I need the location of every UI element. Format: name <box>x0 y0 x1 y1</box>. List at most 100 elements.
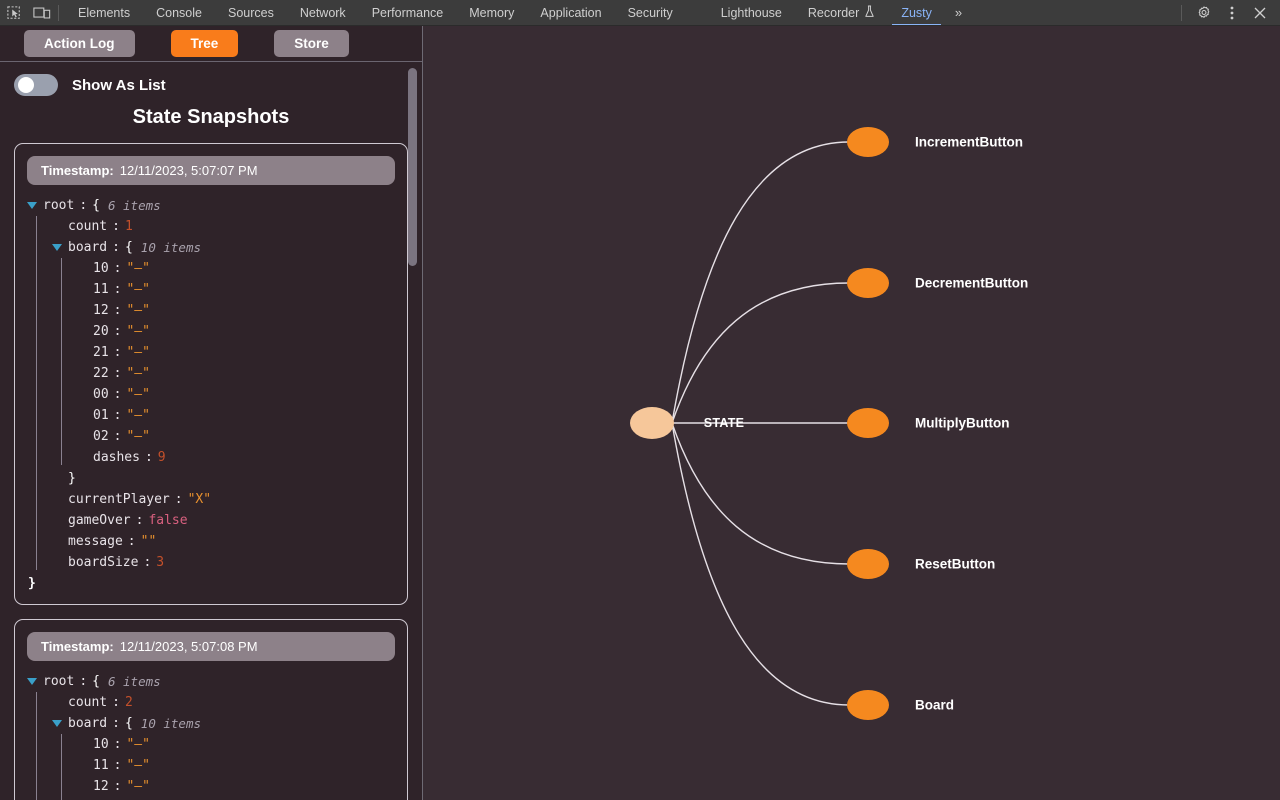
timestamp-label: Timestamp: <box>41 163 114 178</box>
show-as-list-toggle[interactable] <box>14 74 58 96</box>
tree-leaf-row[interactable]: 00: "—" <box>77 384 395 405</box>
tab-label: Sources <box>227 5 274 20</box>
graph-node[interactable] <box>847 549 889 579</box>
inspect-element-icon[interactable] <box>0 1 28 25</box>
tree-leaf-row[interactable]: 02: "—" <box>77 426 395 447</box>
tree-expander-row[interactable]: board: {10 items <box>52 713 395 734</box>
tree-leaf-row[interactable]: 10: "—" <box>77 734 395 755</box>
tree-key: 20 <box>93 324 109 339</box>
tree-key: 12 <box>93 303 109 318</box>
tree-root-row[interactable]: root: {6 items <box>27 671 395 692</box>
panel-tab-label: Action Log <box>44 36 115 51</box>
tree-root-row[interactable]: root: {6 items <box>27 195 395 216</box>
tree-leaf-row[interactable]: count:1 <box>52 216 395 237</box>
tree-leaf-row[interactable]: 22: "—" <box>77 363 395 384</box>
tab-label: Zusty <box>901 5 932 20</box>
chevron-down-icon[interactable] <box>52 244 62 251</box>
tree-colon: : <box>113 303 122 318</box>
tree-value: false <box>148 513 188 528</box>
tree-value: "—" <box>126 324 150 339</box>
scrollbar-thumb[interactable] <box>408 68 417 266</box>
tree-leaf-row[interactable]: 11: "—" <box>77 755 395 776</box>
graph-center-node[interactable] <box>630 407 674 439</box>
chevron-down-icon[interactable] <box>27 202 37 209</box>
device-toolbar-icon[interactable] <box>28 1 56 25</box>
tree-leaf-row[interactable]: 10: "—" <box>77 258 395 279</box>
tree-close-brace-row: } <box>52 468 395 489</box>
devtools-tab-sources[interactable]: Sources <box>215 0 287 25</box>
devtools-tab-recorder[interactable]: Recorder <box>795 0 888 25</box>
timestamp-value: 12/11/2023, 5:07:08 PM <box>119 639 258 654</box>
tree-leaf-row[interactable]: 01: "—" <box>77 405 395 426</box>
tab-label: Application <box>540 5 602 20</box>
tree-open-brace: { <box>124 240 133 255</box>
tree-value: 1 <box>124 219 133 234</box>
panel-tab-action-log[interactable]: Action Log <box>24 30 135 57</box>
tree-leaf-row[interactable]: 11: "—" <box>77 279 395 300</box>
graph-node[interactable] <box>847 690 889 720</box>
more-tabs-icon[interactable]: » <box>945 5 970 20</box>
snapshot-card[interactable]: Timestamp: 12/11/2023, 5:07:07 PM root:{6 … <box>14 143 408 605</box>
panel-tab-tree[interactable]: Tree <box>170 30 239 57</box>
more-options-icon[interactable] <box>1218 1 1246 25</box>
graph-node[interactable] <box>847 408 889 438</box>
tree-leaf-row[interactable]: currentPlayer: "X" <box>52 489 395 510</box>
tree-key: 11 <box>93 758 109 773</box>
tree-colon: : <box>113 779 122 794</box>
tree-value: 2 <box>124 695 133 710</box>
tab-label: Console <box>156 5 202 20</box>
chevron-down-icon[interactable] <box>52 720 62 727</box>
tree-leaf-row[interactable]: 12: "—" <box>77 776 395 797</box>
devtools-tab-application[interactable]: Application <box>527 0 614 25</box>
devtools-tab-lighthouse[interactable]: Lighthouse <box>708 0 795 25</box>
state-graph-panel[interactable]: IncrementButton DecrementButton MultiplyBu… <box>423 26 1280 800</box>
devtools-tab-elements[interactable]: Elements <box>65 0 143 25</box>
snapshots-scroll-area[interactable]: Show As List State Snapshots Timestamp: 1… <box>0 62 422 800</box>
tree-leaf-row[interactable]: 20: "—" <box>77 321 395 342</box>
tree-key: 10 <box>93 737 109 752</box>
tree-item-count: 10 items <box>140 240 202 255</box>
tree-item-count: 6 items <box>107 198 161 213</box>
tab-label: Security <box>627 5 673 20</box>
tab-label: Memory <box>469 5 515 20</box>
tree-leaf-row[interactable]: count:2 <box>52 692 395 713</box>
timestamp-value: 12/11/2023, 5:07:07 PM <box>119 163 258 178</box>
devtools-toolbar-right <box>1173 1 1280 25</box>
snapshot-card[interactable]: Timestamp: 12/11/2023, 5:07:08 PM root:{6 … <box>14 619 408 800</box>
experiment-flask-icon <box>864 4 875 21</box>
chevron-down-icon[interactable] <box>27 678 37 685</box>
devtools-tab-performance[interactable]: Performance <box>359 0 457 25</box>
tree-key: message <box>68 534 123 549</box>
tree-key: 22 <box>93 366 109 381</box>
tree-colon: : <box>112 240 120 255</box>
tab-label: Performance <box>371 5 444 20</box>
tab-label: Network <box>299 5 346 20</box>
tree-expander-row[interactable]: board: {10 items <box>52 237 395 258</box>
tree-leaf-row[interactable]: dashes:9 <box>77 447 395 468</box>
graph-node[interactable] <box>847 268 889 298</box>
tree-leaf-row[interactable]: message: "" <box>52 531 395 552</box>
graph-node[interactable] <box>847 127 889 157</box>
devtools-tab-memory[interactable]: Memory <box>456 0 527 25</box>
left-panel-scrollbar[interactable] <box>408 68 417 798</box>
devtools-tab-zusty[interactable]: Zusty <box>888 0 945 25</box>
zusty-left-panel: Action Log Tree Store Show As List State… <box>0 26 423 800</box>
devtools-toolbar: Elements Console Sources Network Perform… <box>0 0 1280 26</box>
devtools-tab-security[interactable]: Security <box>615 0 686 25</box>
tree-leaf-row[interactable]: 12: "—" <box>77 300 395 321</box>
main-content: Action Log Tree Store Show As List State… <box>0 26 1280 800</box>
panel-tab-store[interactable]: Store <box>274 30 349 57</box>
tree-value: "" <box>140 534 157 549</box>
tree-value: "—" <box>126 282 150 297</box>
devtools-tab-network[interactable]: Network <box>287 0 359 25</box>
tree-open-brace: { <box>92 674 100 689</box>
timestamp-bar: Timestamp: 12/11/2023, 5:07:07 PM <box>27 156 395 185</box>
tree-leaf-row[interactable]: gameOver: false <box>52 510 395 531</box>
settings-gear-icon[interactable] <box>1190 1 1218 25</box>
close-devtools-icon[interactable] <box>1246 1 1274 25</box>
devtools-tab-console[interactable]: Console <box>143 0 215 25</box>
tree-leaf-row[interactable]: boardSize:3 <box>52 552 395 573</box>
tree-colon: : <box>113 261 122 276</box>
tree-colon: : <box>79 674 88 689</box>
tree-leaf-row[interactable]: 21: "—" <box>77 342 395 363</box>
